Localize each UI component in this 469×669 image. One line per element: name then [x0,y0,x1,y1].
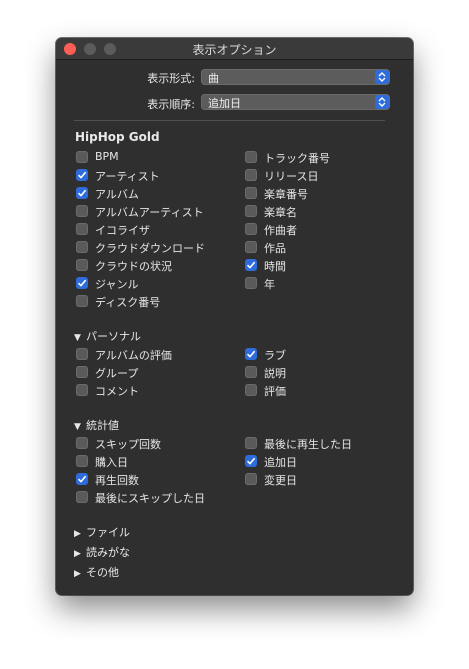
view-format-select[interactable]: 曲 [201,69,390,85]
disclosure-down-icon: ▼ [74,422,81,432]
checkbox-box [76,205,88,217]
checkbox-label: リリース日 [264,170,319,183]
checkbox-box [245,473,257,485]
checkbox-label: クラウドダウンロード [95,242,205,255]
checkbox-label: アルバム [95,188,139,201]
checkbox-box [76,366,88,378]
checkbox-label: アルバムの評価 [95,349,172,362]
checkbox-box [76,241,88,253]
checkbox-label: 年 [264,278,275,291]
checkbox-label: 変更日 [264,474,297,487]
checkbox-box [245,205,257,217]
checkbox-label: クラウドの状況 [95,260,172,273]
checkbox-box [245,223,257,235]
checkbox-label: コメント [95,385,139,398]
checkbox-box [76,348,88,360]
checkmark-icon [245,259,257,271]
checkmark-icon [76,169,88,181]
checkbox-label: ディスク番号 [95,296,161,309]
section-other-title: その他 [86,566,119,579]
checkbox-label: アーティスト [95,170,160,183]
disclosure-right-icon: ▶ [74,549,81,559]
checkbox-box [245,241,257,253]
checkbox-label: 時間 [264,260,286,273]
checkbox-label: BPM [95,150,119,163]
sort-order-value: 追加日 [208,97,241,110]
checkbox-label: グループ [95,367,139,380]
checkbox-label: トラック番号 [264,152,330,165]
title-bar: 表示オプション [56,38,413,60]
checkbox-box [245,169,257,181]
section-reading-title: 読みがな [86,546,130,559]
checkbox-box [76,151,88,163]
checkbox-label: アルバムアーティスト [95,206,204,219]
section-file-title: ファイル [86,526,130,539]
disclosure-right-icon: ▶ [74,569,81,579]
checkbox-label: 説明 [264,367,286,380]
checkbox-box [76,384,88,396]
view-format-value: 曲 [208,72,219,85]
disclosure-down-icon: ▼ [74,333,81,343]
checkbox-label: 楽章番号 [264,188,308,201]
playlist-name: HipHop Gold [75,130,160,144]
chevron-updown-icon [375,95,389,109]
checkbox-label: ジャンル [95,278,139,291]
disclosure-right-icon: ▶ [74,529,81,539]
checkbox-label: 作品 [264,242,286,255]
sort-order-label: 表示順序: [147,98,195,111]
checkbox-box [245,366,257,378]
checkbox-box [76,295,88,307]
section-stats-title: 統計値 [86,419,119,432]
section-stats-toggle[interactable]: ▼ 統計値 [74,417,119,432]
checkbox-box [76,491,88,503]
checkbox-label: 楽章名 [264,206,297,219]
checkmark-icon [76,277,88,289]
window-title: 表示オプション [192,43,277,57]
checkbox-label: 再生回数 [95,474,139,487]
section-personal-toggle[interactable]: ▼ パーソナル [74,328,141,343]
checkbox-box [245,437,257,449]
checkbox-label: 作曲者 [264,224,297,237]
section-personal-title: パーソナル [86,330,141,343]
checkbox-box [76,455,88,467]
checkbox-box [76,223,88,235]
view-options-window: 表示オプション 表示形式: 曲 表示順序: 追加日 HipHop Gold BP… [56,38,413,595]
checkbox-label: 評価 [264,385,286,398]
checkmark-icon [245,348,257,360]
checkbox-label: 最後にスキップした日 [95,492,205,505]
checkmark-icon [76,187,88,199]
checkbox-label: スキップ回数 [95,438,161,451]
checkbox-box [245,384,257,396]
section-reading-toggle[interactable]: ▶ 読みがな [74,544,130,559]
view-format-label: 表示形式: [147,72,195,85]
checkbox-box [245,187,257,199]
checkbox-label: ラブ [264,349,286,362]
checkmark-icon [76,473,88,485]
chevron-updown-icon [375,70,389,84]
divider [74,120,385,121]
sort-order-select[interactable]: 追加日 [201,94,390,110]
checkbox-box [245,151,257,163]
checkbox-box [245,277,257,289]
checkbox-label: 追加日 [264,456,297,469]
checkbox-box [76,437,88,449]
section-file-toggle[interactable]: ▶ ファイル [74,524,130,539]
checkbox-label: 最後に再生した日 [264,438,352,451]
section-other-toggle[interactable]: ▶ その他 [74,564,119,579]
checkbox-box [76,259,88,271]
checkbox-label: イコライザ [95,224,150,237]
checkbox-label: 購入日 [95,456,128,469]
checkmark-icon [245,455,257,467]
